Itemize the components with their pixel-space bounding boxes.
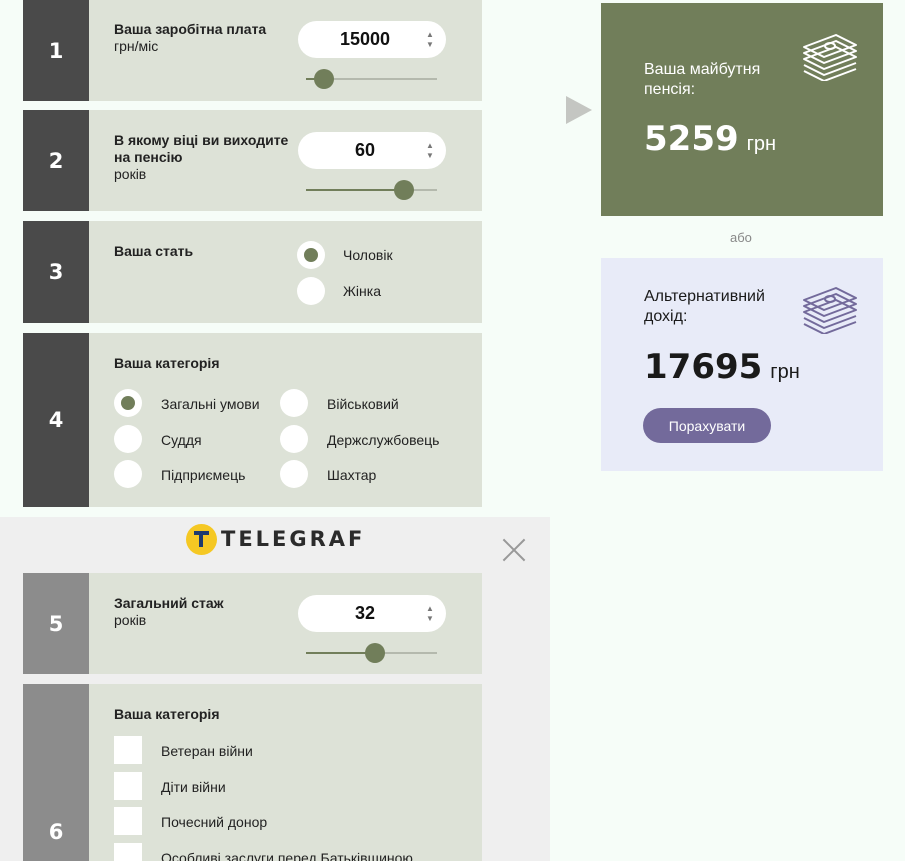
- radio-male-label[interactable]: Чоловік: [343, 247, 393, 263]
- slider-thumb[interactable]: [365, 643, 386, 663]
- arrow-right-icon: [566, 96, 592, 124]
- pension-amount: 5259: [644, 119, 739, 159]
- calculate-button[interactable]: Порахувати: [643, 408, 771, 443]
- alt-income-currency: грн: [770, 361, 800, 383]
- radio-judge-label[interactable]: Суддя: [161, 432, 202, 448]
- age-input[interactable]: 60 ▲ ▼: [298, 132, 446, 169]
- checkbox-honorary-donor[interactable]: [114, 807, 142, 835]
- gender-label-title: Ваша стать: [114, 243, 194, 259]
- close-icon[interactable]: [500, 536, 528, 564]
- radio-female-label[interactable]: Жінка: [343, 283, 381, 299]
- step-category: 4 Ваша категорія Загальні умови Військов…: [23, 333, 482, 507]
- pension-amount-row: 5259 грн: [644, 119, 776, 159]
- experience-label-unit: років: [114, 612, 147, 628]
- step-number: 1: [23, 0, 89, 101]
- telegraf-logo-text: TELEGRAF: [221, 527, 366, 551]
- checkbox-special-merits-label[interactable]: Особливі заслуги перед Батьківщиною: [161, 850, 413, 861]
- special-category-label-title: Ваша категорія: [114, 706, 220, 722]
- salary-slider[interactable]: [306, 69, 437, 89]
- age-value[interactable]: 60: [298, 140, 424, 161]
- radio-general[interactable]: [114, 389, 142, 417]
- step-gender: 3 Ваша стать Чоловік Жінка: [23, 221, 482, 323]
- step-salary: 1 Ваша заробітна плата грн/міс 15000 ▲ ▼: [23, 0, 482, 101]
- category-label: Ваша категорія: [114, 355, 220, 372]
- checkbox-special-merits[interactable]: [114, 843, 142, 861]
- step-number: 3: [23, 221, 89, 323]
- radio-civil-servant-label[interactable]: Держслужбовець: [327, 432, 439, 448]
- step-special-category: 6 Ваша категорія Ветеран війни Діти війн…: [23, 684, 482, 861]
- alt-amount-row: 17695 грн: [644, 347, 800, 387]
- radio-miner-label[interactable]: Шахтар: [327, 467, 376, 483]
- checkbox-war-children-label[interactable]: Діти війни: [161, 779, 226, 795]
- special-category-label: Ваша категорія: [114, 706, 220, 723]
- gender-label: Ваша стать: [114, 243, 193, 260]
- step-number: 4: [23, 333, 89, 507]
- experience-slider[interactable]: [306, 643, 437, 663]
- salary-input[interactable]: 15000 ▲ ▼: [298, 21, 446, 58]
- spinner-arrows-icon[interactable]: ▲ ▼: [424, 141, 446, 161]
- radio-military[interactable]: [280, 389, 308, 417]
- checkbox-honorary-donor-label[interactable]: Почесний донор: [161, 814, 267, 830]
- experience-label-title: Загальний стаж: [114, 595, 224, 611]
- slider-thumb[interactable]: [314, 69, 335, 89]
- slider-thumb[interactable]: [394, 180, 415, 200]
- radio-entrepreneur-label[interactable]: Підприємець: [161, 467, 245, 483]
- checkbox-war-veteran-label[interactable]: Ветеран війни: [161, 743, 253, 759]
- checkbox-war-children[interactable]: [114, 772, 142, 800]
- salary-label-unit: грн/міс: [114, 38, 159, 54]
- pension-title: Ваша майбутня пенсія:: [644, 61, 761, 98]
- step-number: 2: [23, 110, 89, 211]
- telegraf-logo[interactable]: TELEGRAF: [186, 523, 365, 555]
- radio-military-label[interactable]: Військовий: [327, 396, 399, 412]
- experience-label: Загальний стаж років: [114, 595, 224, 629]
- slider-fill: [306, 189, 405, 191]
- spinner-arrows-icon[interactable]: ▲ ▼: [424, 604, 446, 624]
- money-stack-icon: [803, 34, 857, 81]
- telegraf-logo-icon: [186, 523, 217, 555]
- alt-income-amount: 17695: [644, 347, 763, 387]
- pension-result-card: Ваша майбутня пенсія: 5259 грн: [601, 3, 883, 216]
- radio-civil-servant[interactable]: [280, 425, 308, 453]
- or-separator: або: [730, 230, 752, 245]
- spinner-arrows-icon[interactable]: ▲ ▼: [424, 30, 446, 50]
- pension-currency: грн: [746, 133, 777, 155]
- salary-label: Ваша заробітна плата грн/міс: [114, 21, 266, 55]
- radio-judge[interactable]: [114, 425, 142, 453]
- experience-value[interactable]: 32: [298, 603, 424, 624]
- salary-value[interactable]: 15000: [298, 29, 424, 50]
- experience-input[interactable]: 32 ▲ ▼: [298, 595, 446, 632]
- radio-miner[interactable]: [280, 460, 308, 488]
- step-retirement-age: 2 В якому віці ви виходите на пенсію рок…: [23, 110, 482, 211]
- radio-entrepreneur[interactable]: [114, 460, 142, 488]
- step-number: 6: [23, 684, 89, 861]
- age-label-title: В якому віці ви виходите на пенсію: [114, 132, 289, 165]
- money-stack-icon: [803, 287, 857, 334]
- step-number: 5: [23, 573, 89, 674]
- salary-label-title: Ваша заробітна плата: [114, 21, 267, 37]
- alt-income-card: Альтернативний дохід: 17695 грн Порахуват…: [601, 258, 883, 471]
- age-label-unit: років: [114, 166, 147, 182]
- radio-male[interactable]: [297, 241, 325, 269]
- age-label: В якому віці ви виходите на пенсію років: [114, 132, 294, 183]
- age-slider[interactable]: [306, 180, 437, 200]
- checkbox-war-veteran[interactable]: [114, 736, 142, 764]
- radio-general-label[interactable]: Загальні умови: [161, 396, 260, 412]
- step-experience: 5 Загальний стаж років 32 ▲ ▼: [23, 573, 482, 674]
- radio-female[interactable]: [297, 277, 325, 305]
- category-label-title: Ваша категорія: [114, 355, 220, 371]
- alt-income-title: Альтернативний дохід:: [644, 288, 765, 325]
